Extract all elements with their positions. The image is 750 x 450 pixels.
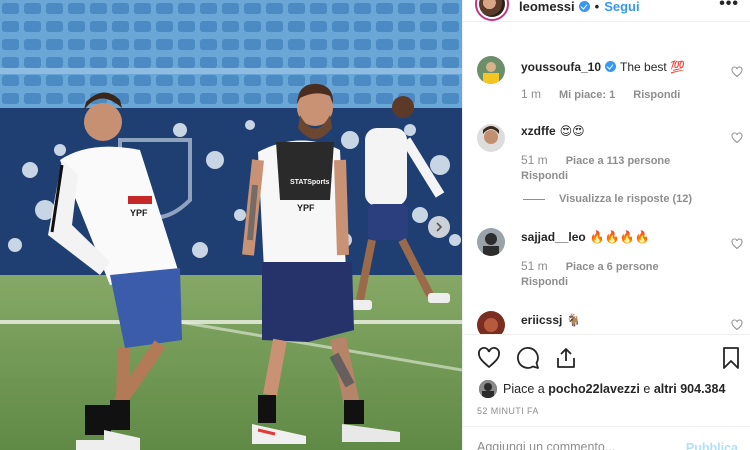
post-actions (463, 346, 750, 372)
comment-body: 😍😍 (559, 124, 585, 138)
photo-image: YPF STATSports YPF (0, 0, 462, 450)
comment-body: The best 💯 (620, 60, 686, 74)
publish-button[interactable]: Pubblica (686, 441, 738, 450)
comment-icon (517, 347, 539, 369)
comment-heart-icon[interactable] (731, 132, 743, 144)
comment-meta: 51 m Piace a 6 persone (521, 259, 677, 273)
comment-body: 🔥🔥🔥🔥 (589, 230, 650, 244)
svg-text:STATSports: STATSports (290, 179, 330, 186)
comment-meta: 51 m Piace a 113 persone (521, 153, 688, 167)
share-icon (557, 348, 575, 368)
comment-heart-icon[interactable] (731, 319, 743, 331)
separator-dot: • (594, 0, 600, 14)
comments-list[interactable]: youssoufa_10 The best 💯 1 m Mi piace: 1 Ris… (463, 22, 750, 334)
author-line: leomessi • Segui (519, 0, 640, 14)
verified-badge-icon (578, 1, 590, 12)
divider (463, 334, 750, 335)
commenter-avatar[interactable] (477, 124, 505, 152)
commenter-avatar[interactable] (477, 228, 505, 256)
heart-icon (478, 347, 500, 369)
comment-text-line: youssoufa_10 The best 💯 (521, 59, 725, 75)
comment-time[interactable]: 51 m (521, 153, 548, 167)
follow-button[interactable]: Segui (604, 0, 639, 14)
replies-divider-line (523, 198, 545, 200)
comment-username[interactable]: sajjad__leo (521, 230, 586, 244)
likes-connector: e (643, 382, 651, 396)
reply-button[interactable]: Rispondi (633, 89, 680, 101)
likes-prefix: Piace a (503, 382, 545, 396)
comment-heart-icon[interactable] (731, 238, 743, 250)
comment-username[interactable]: youssoufa_10 (521, 60, 601, 74)
commenter-avatar[interactable] (477, 56, 505, 84)
comment-likes[interactable]: Piace a 113 persone (566, 155, 671, 167)
add-comment-input[interactable] (477, 440, 677, 450)
comment-meta: 1 m Mi piace: 1 Rispondi (521, 87, 680, 101)
svg-text:YPF: YPF (297, 203, 315, 213)
comment-body: 🐐 (566, 313, 582, 327)
bookmark-icon (723, 347, 739, 369)
more-options-icon[interactable]: ••• (719, 0, 739, 13)
comment-username[interactable]: eriicssj (521, 313, 562, 327)
view-replies-link[interactable]: Visualizza le risposte (12) (523, 193, 692, 205)
comment-text-line: eriicssj 🐐 (521, 312, 725, 328)
post-photo[interactable]: YPF STATSports YPF (0, 0, 462, 450)
post-sidebar: leomessi • Segui ••• youssoufa_10 The bes… (462, 0, 750, 450)
next-photo-button[interactable] (428, 216, 450, 238)
comment-text-line: sajjad__leo 🔥🔥🔥🔥 (521, 229, 725, 245)
comment-heart-icon[interactable] (731, 66, 743, 78)
liker-avatar[interactable] (479, 380, 497, 398)
liker-username[interactable]: pocho22lavezzi (548, 382, 640, 396)
comment-button[interactable] (516, 346, 540, 370)
chevron-right-icon (436, 222, 443, 232)
commenter-avatar[interactable] (477, 311, 505, 334)
author-username[interactable]: leomessi (519, 0, 575, 14)
svg-text:YPF: YPF (130, 208, 148, 218)
divider (463, 426, 750, 427)
comment-time[interactable]: 51 m (521, 259, 548, 273)
share-button[interactable] (554, 346, 578, 370)
save-button[interactable] (719, 346, 743, 370)
view-replies-label: Visualizza le risposte (12) (559, 193, 693, 205)
post-timestamp[interactable]: 52 MINUTI FA (477, 406, 539, 416)
reply-button[interactable]: Rispondi (521, 170, 568, 182)
comment-time[interactable]: 1 m (521, 87, 541, 101)
post-header: leomessi • Segui ••• (463, 0, 750, 21)
comment-likes[interactable]: Mi piace: 1 (559, 89, 615, 101)
comment-likes[interactable]: Piace a 6 persone (566, 261, 659, 273)
reply-button[interactable]: Rispondi (521, 276, 568, 288)
like-button[interactable] (477, 346, 501, 370)
verified-badge-icon (605, 61, 617, 72)
comment-username[interactable]: xzdffe (521, 124, 556, 138)
author-avatar[interactable] (475, 0, 509, 21)
comment-text-line: xzdffe 😍😍 (521, 123, 725, 139)
likes-summary: Piace a pocho22lavezzi e altri 904.384 (479, 380, 725, 398)
likes-others-count[interactable]: altri 904.384 (654, 382, 726, 396)
